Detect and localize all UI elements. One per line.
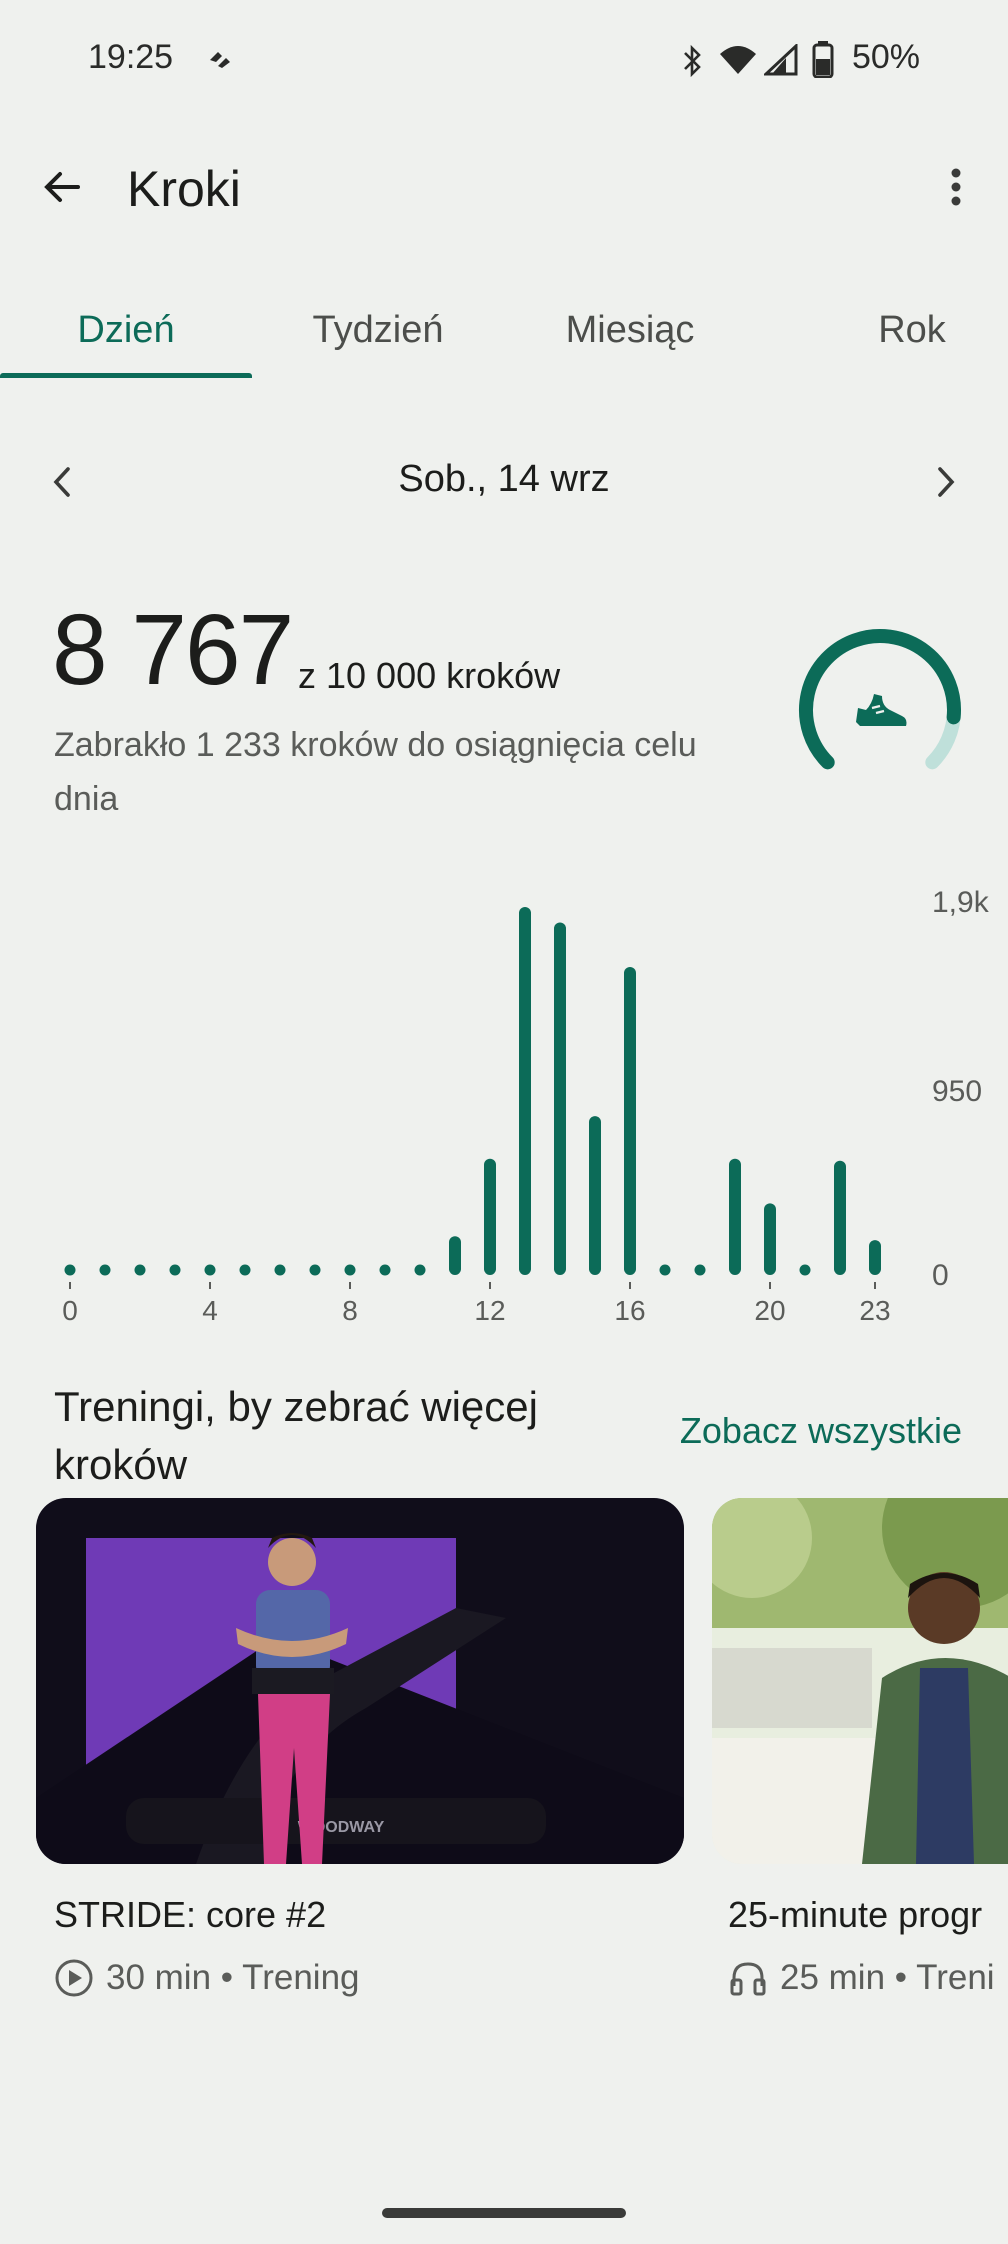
bar-hour-0: [64, 1264, 76, 1276]
workout-meta: 25 min • Treni: [780, 1958, 995, 1997]
bar-hour-16: [624, 967, 636, 1275]
more-vert-icon: [951, 168, 961, 206]
hourly-steps-chart: 0 4 8 12 16 20 23 1,9k 950 0: [62, 886, 990, 1326]
status-time: 19:25: [88, 38, 174, 76]
workout-card-walk[interactable]: [712, 1498, 1008, 1864]
bar-hour-6: [274, 1264, 286, 1276]
headphones-icon: [730, 1962, 766, 1996]
bar-hour-8: [344, 1264, 356, 1276]
workout-card-stride[interactable]: WOODWAY: [36, 1498, 684, 1864]
back-button[interactable]: [30, 155, 94, 219]
steps-goal: z 10 000 kroków: [298, 655, 561, 696]
tab-year[interactable]: Rok: [756, 282, 1008, 378]
x-tick-label: 4: [202, 1295, 218, 1326]
steps-remaining-text: Zabrakło 1 233 kroków do osiągnięcia cel…: [54, 726, 697, 818]
notification-icon: [210, 52, 230, 68]
tab-bar: Dzień Tydzień Miesiąc Rok: [0, 282, 1008, 382]
bar-hour-7: [309, 1264, 321, 1276]
wifi-icon: [720, 46, 756, 74]
steps-count: 8 767: [52, 594, 294, 706]
chevron-right-icon: [938, 467, 955, 497]
bar-hour-18: [694, 1264, 706, 1276]
workout-meta: 30 min • Trening: [106, 1958, 360, 1997]
bar-hour-19: [729, 1158, 741, 1275]
bar-hour-23: [869, 1240, 881, 1275]
workout-title: STRIDE: core #2: [54, 1894, 327, 1935]
page-title: Kroki: [127, 161, 241, 217]
battery-percent: 50%: [851, 38, 920, 76]
workouts-section-title: Treningi, by zebrać więcej kroków: [54, 1383, 538, 1488]
signal-icon: [764, 44, 798, 76]
see-all-link[interactable]: Zobacz wszystkie: [680, 1410, 962, 1452]
bar-hour-20: [764, 1203, 776, 1275]
workout-thumbnail-stride: WOODWAY: [36, 1498, 684, 1864]
bar-hour-17: [659, 1264, 671, 1276]
workout-title: 25-minute progr: [728, 1894, 983, 1935]
home-indicator[interactable]: [382, 2208, 626, 2218]
x-tick-label: 0: [62, 1295, 78, 1326]
tab-indicator: [0, 373, 252, 378]
y-tick-label: 0: [932, 1259, 949, 1292]
bar-hour-9: [379, 1264, 391, 1276]
x-tick-label: 20: [754, 1295, 785, 1326]
workout-thumbnail-walk: [712, 1498, 1008, 1864]
y-tick-label: 950: [932, 1075, 982, 1108]
x-tick-label: 8: [342, 1295, 358, 1326]
bar-hour-22: [834, 1160, 846, 1275]
tab-day[interactable]: Dzień: [0, 282, 252, 378]
battery-icon: [812, 41, 834, 78]
selected-date: Sob., 14 wrz: [398, 458, 610, 500]
y-tick-label: 1,9k: [932, 886, 990, 919]
bar-hour-10: [414, 1264, 426, 1276]
more-options-button[interactable]: [924, 155, 988, 219]
goal-progress-ring: [799, 629, 961, 770]
x-tick-label: 12: [474, 1295, 505, 1326]
x-tick-label: 16: [614, 1295, 645, 1326]
shoe-icon: [856, 694, 907, 726]
bar-hour-1: [99, 1264, 111, 1276]
bar-hour-4: [204, 1264, 216, 1276]
workout-meta-row: 30 min • Trening: [54, 1958, 360, 1998]
bar-hour-14: [554, 922, 566, 1275]
tab-week[interactable]: Tydzień: [252, 282, 504, 378]
tab-month[interactable]: Miesiąc: [504, 282, 756, 378]
bar-hour-3: [169, 1264, 181, 1276]
workout-meta-row: 25 min • Treni: [728, 1958, 995, 1998]
x-tick-label: 23: [859, 1295, 890, 1326]
bar-hour-11: [449, 1236, 461, 1275]
bar-hour-13: [519, 907, 531, 1275]
next-day-button[interactable]: [914, 450, 978, 514]
bar-hour-21: [799, 1264, 811, 1276]
play-circle-icon: [55, 1959, 93, 1997]
arrow-back-icon: [44, 172, 80, 202]
bar-hour-15: [589, 1116, 601, 1275]
bar-hour-12: [484, 1158, 496, 1275]
bluetooth-icon: [684, 44, 701, 78]
bar-hour-5: [239, 1264, 251, 1276]
bar-hour-2: [134, 1264, 146, 1276]
